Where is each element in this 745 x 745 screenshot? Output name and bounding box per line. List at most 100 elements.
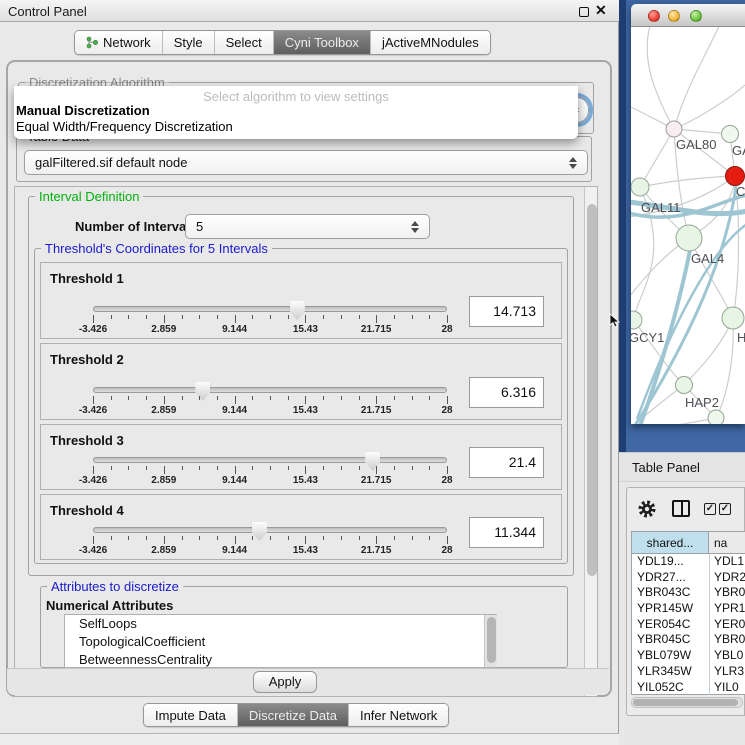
threshold-slider-track[interactable]: [93, 457, 447, 463]
table-row[interactable]: YDL19...YDL1: [632, 554, 745, 570]
network-nodes[interactable]: [631, 121, 745, 424]
tab-infer-network[interactable]: Infer Network: [348, 704, 448, 726]
zoom-traffic-light[interactable]: [690, 10, 702, 22]
cell-name: YBL0: [714, 648, 743, 662]
node[interactable]: [708, 410, 724, 424]
table-row[interactable]: YBR045CYBR0: [632, 632, 745, 648]
node-gal4[interactable]: [676, 225, 702, 251]
cell-name: YIL0: [714, 680, 739, 694]
node-label-gcy1: GCY1: [631, 330, 664, 345]
node-label-ga: GA: [732, 143, 745, 158]
cell-name: YDL1: [714, 554, 744, 568]
cell-name: YDR2: [714, 570, 745, 584]
table-row[interactable]: YIL052C YIL0: [632, 680, 745, 696]
node-gal80[interactable]: [666, 121, 682, 137]
tab-discretize-data[interactable]: Discretize Data: [237, 704, 348, 726]
threshold-slider-track[interactable]: [93, 306, 447, 312]
network-canvas[interactable]: GAL80GACGAL11GAL4GCY1HHAP2: [631, 27, 745, 424]
close-icon[interactable]: ✕: [595, 2, 607, 19]
table-row[interactable]: YDR27... YDR2: [632, 570, 745, 586]
table-row[interactable]: YER054C YER0: [632, 617, 745, 633]
control-panel-titlebar: Control Panel ✕: [0, 0, 619, 22]
combo-arrows-icon: [569, 157, 577, 169]
group-title: Attributes to discretize: [47, 579, 183, 594]
threshold-slider-track[interactable]: [93, 527, 447, 533]
slider-scale-labels: -3.4262.8599.14415.4321.71528: [93, 545, 447, 557]
node-label-c: C: [736, 184, 745, 199]
table-row[interactable]: YBL079W YBL0: [632, 648, 745, 664]
table-hscrollbar-thumb[interactable]: [633, 699, 738, 706]
threshold-panel: Threshold 1 -3.4262.8599.14415.4321.7152…: [40, 262, 562, 339]
split-columns-icon[interactable]: [672, 500, 690, 517]
cell-shared-name: YBL079W: [637, 648, 691, 662]
control-panel: Control Panel ✕ Network Style SelectCyni T…: [0, 0, 619, 745]
attribute-item-betweennesscentrality[interactable]: BetweennessCentrality: [65, 651, 496, 668]
threshold-value-field[interactable]: 21.4: [469, 447, 544, 478]
bottom-tab-bar: Impute DataDiscretize DataInfer Network: [143, 703, 449, 727]
attributes-list[interactable]: SelfLoopsTopologicalCoefficientBetweenne…: [64, 614, 497, 668]
checkbox-icon[interactable]: ✓: [704, 503, 716, 515]
dropdown-option-manual-discretization[interactable]: Manual Discretization: [14, 103, 578, 119]
cell-shared-name: YIL052C: [637, 680, 684, 694]
table-hscrollbar-track[interactable]: [631, 697, 743, 708]
tab-label: Network: [103, 35, 151, 50]
threshold-value-field[interactable]: 6.316: [469, 377, 544, 408]
group-title: Interval Definition: [35, 189, 143, 204]
table-data-value: galFiltered.sif default node: [35, 155, 187, 170]
cell-name: YBR0: [714, 632, 745, 646]
tab-impute-data[interactable]: Impute Data: [144, 704, 237, 726]
attributes-scrollbar-track[interactable]: [484, 615, 497, 667]
attribute-item-topologicalcoefficient[interactable]: TopologicalCoefficient: [65, 633, 496, 651]
close-traffic-light[interactable]: [648, 10, 660, 22]
tab-select[interactable]: Select: [214, 31, 273, 54]
checkbox-icon[interactable]: ✓: [719, 503, 731, 515]
table-data-select[interactable]: galFiltered.sif default node: [24, 150, 588, 175]
num-intervals-value: 5: [196, 219, 203, 234]
network-graph: GAL80GACGAL11GAL4GCY1HHAP2: [631, 27, 745, 424]
tab-label: Style: [174, 35, 203, 50]
threshold-slider-track[interactable]: [93, 387, 447, 393]
threshold-value-field[interactable]: 11.344: [469, 517, 544, 548]
tab-jactivemnodules[interactable]: jActiveMNodules: [370, 31, 490, 54]
dropdown-option-equal-width-frequency-discretization[interactable]: Equal Width/Frequency Discretization: [14, 119, 578, 135]
table-row[interactable]: YLR345WYLR3: [632, 664, 745, 680]
tab-network[interactable]: Network: [75, 31, 162, 54]
node-gal11[interactable]: [631, 178, 649, 196]
tab-cyni-toolbox[interactable]: Cyni Toolbox: [273, 31, 370, 54]
apply-button[interactable]: Apply: [253, 671, 317, 693]
node-h[interactable]: [722, 307, 744, 329]
slider-ticks: [93, 466, 447, 474]
attributes-scrollbar-thumb[interactable]: [487, 617, 496, 663]
threshold-panel: Threshold 3 -3.4262.8599.14415.4321.7152…: [40, 424, 562, 490]
main-scrollbar-track[interactable]: [584, 187, 597, 696]
minimize-traffic-light[interactable]: [668, 10, 680, 22]
gear-icon[interactable]: [637, 499, 657, 519]
slider-scale-labels: -3.4262.8599.14415.4321.71528: [93, 475, 447, 487]
threshold-label: Threshold 2: [50, 352, 124, 367]
group-title: Threshold's Coordinates for 5 Intervals: [41, 241, 272, 256]
threshold-value-field[interactable]: 14.713: [469, 296, 544, 327]
node-red-selected[interactable]: [726, 167, 745, 186]
combo-arrows-icon: [411, 221, 419, 233]
panel-title: Control Panel: [8, 4, 87, 19]
cell-name: YER0: [714, 617, 745, 631]
column-header-name[interactable]: na: [709, 532, 745, 554]
table-row[interactable]: YPR145WYPR1: [632, 601, 745, 617]
cell-shared-name: YDR27...: [637, 570, 686, 584]
node-label-gal11: GAL11: [641, 200, 681, 215]
attribute-item-selfloops[interactable]: SelfLoops: [65, 615, 496, 633]
column-header-shared-name[interactable]: shared...: [632, 532, 709, 554]
dropdown-options: Manual DiscretizationEqual Width/Frequen…: [14, 103, 578, 135]
tab-style[interactable]: Style: [162, 31, 214, 54]
main-scrollbar-thumb[interactable]: [587, 204, 597, 576]
node-hap2[interactable]: [676, 377, 693, 394]
table-row[interactable]: YBR043CYBR0: [632, 585, 745, 601]
cell-shared-name: YPR145W: [637, 601, 693, 615]
float-window-icon[interactable]: [579, 7, 589, 17]
node[interactable]: [722, 126, 739, 143]
num-intervals-select[interactable]: 5: [185, 214, 430, 239]
node-gcy1[interactable]: [631, 311, 642, 329]
cell-shared-name: YER054C: [637, 617, 690, 631]
threshold-label: Threshold 1: [50, 271, 124, 286]
slider-ticks: [93, 315, 447, 323]
